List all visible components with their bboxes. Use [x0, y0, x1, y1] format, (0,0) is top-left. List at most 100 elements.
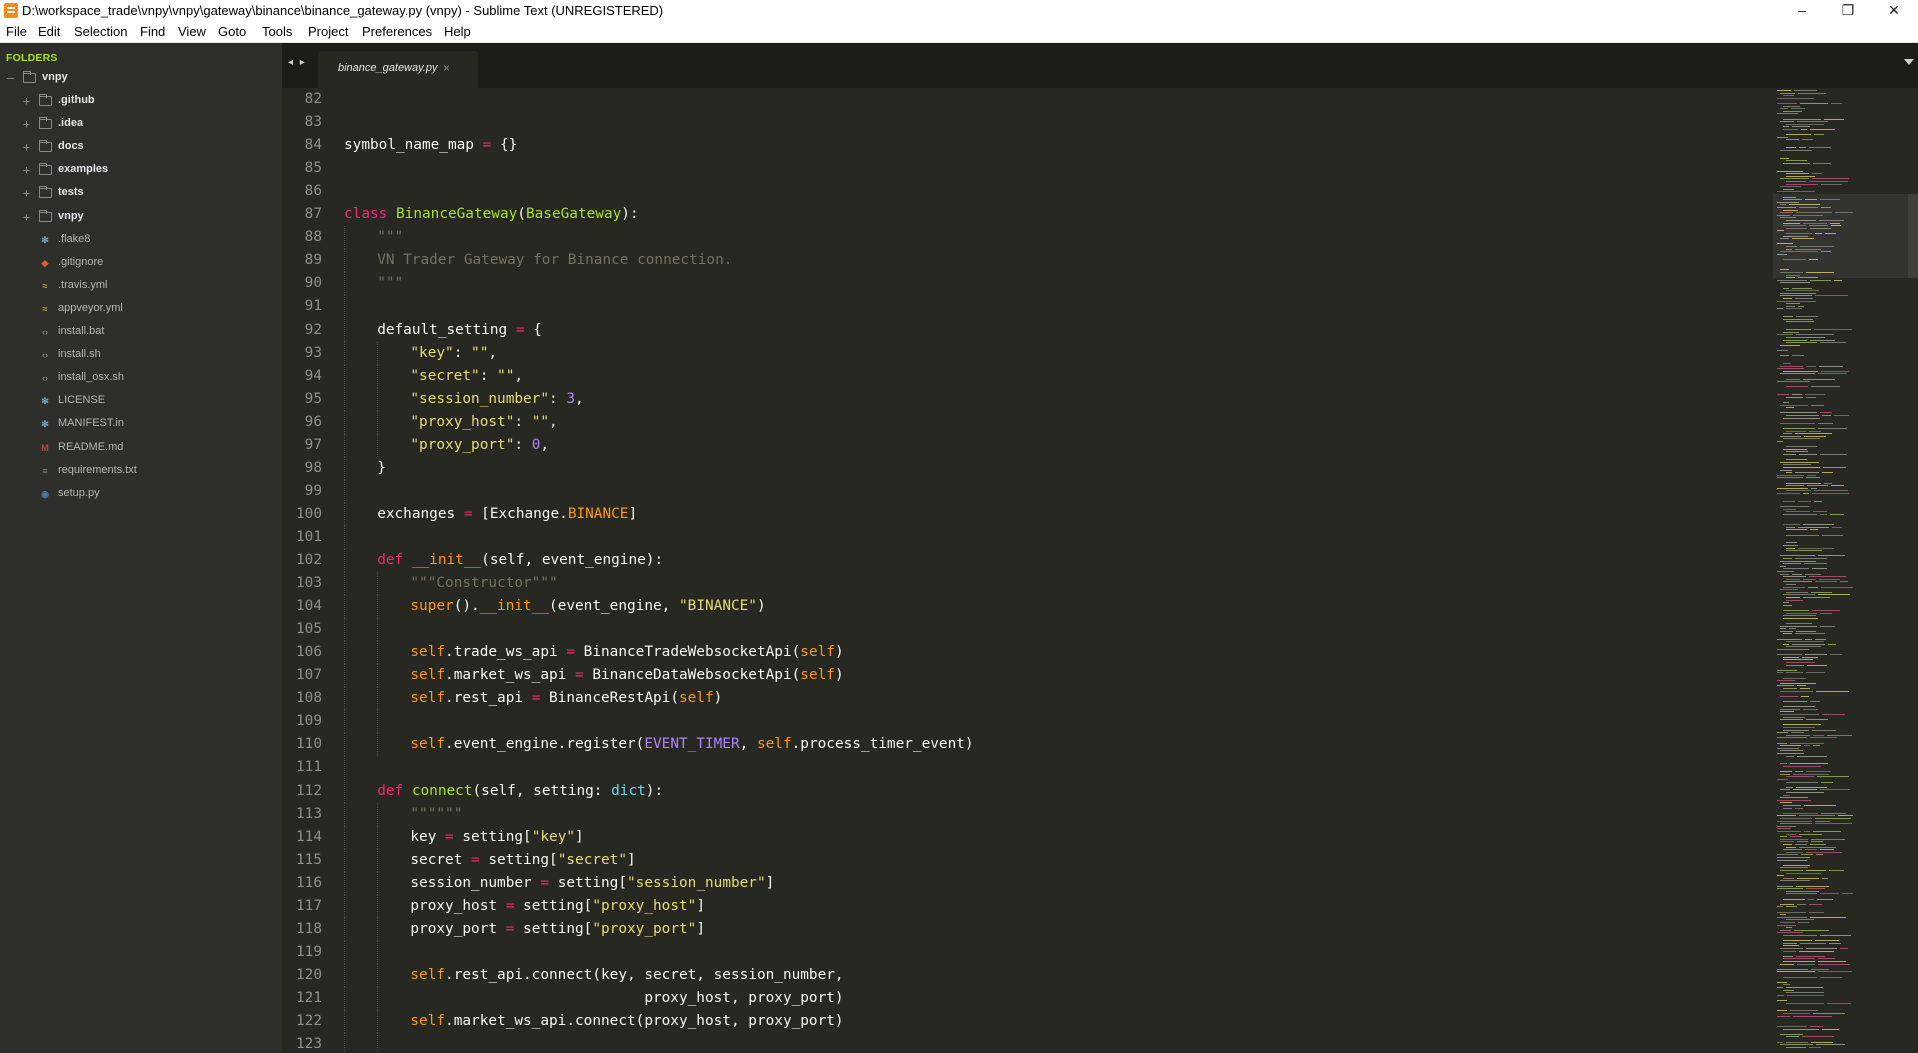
minimap-line — [1786, 482, 1821, 484]
minimap-line — [1777, 747, 1799, 749]
menu-view[interactable]: View — [178, 24, 206, 39]
tab-binance-gateway[interactable]: binance_gateway.py × — [318, 51, 478, 88]
sidebar-folder[interactable]: + vnpy — [0, 206, 282, 229]
minimap-line — [1783, 558, 1792, 559]
minimize-button[interactable]: – — [1779, 0, 1825, 22]
menu-find[interactable]: Find — [140, 24, 165, 39]
minimap-line — [1780, 773, 1790, 775]
text-icon: ≡ — [42, 465, 48, 476]
minimap-line — [1812, 729, 1836, 731]
expand-icon[interactable]: + — [21, 187, 32, 199]
minimap-line — [1777, 968, 1808, 970]
minimap-line — [1795, 844, 1807, 845]
sidebar-folder[interactable]: + examples — [0, 159, 282, 182]
expand-icon[interactable]: + — [21, 211, 32, 223]
minimap-line — [1780, 625, 1817, 627]
sidebar-file[interactable]: ‹› install_osx.sh — [0, 367, 282, 390]
menu-preferences[interactable]: Preferences — [362, 24, 432, 39]
minimap-line — [1780, 695, 1798, 697]
expand-icon[interactable]: + — [21, 118, 32, 130]
indent-guide — [344, 410, 345, 434]
minimap-line — [1777, 334, 1793, 336]
sidebar-file[interactable]: ≡ requirements.txt — [0, 460, 282, 483]
sidebar-file[interactable]: ≈ .travis.yml — [0, 275, 282, 298]
menu-help[interactable]: Help — [444, 24, 471, 39]
sidebar-file[interactable]: ‹› install.sh — [0, 344, 282, 367]
maximize-button[interactable]: ❐ — [1825, 0, 1871, 22]
tab-nav-arrows-icon[interactable]: ◂ ▸ — [288, 57, 307, 68]
minimap-line — [1834, 279, 1842, 281]
tab-dropdown-icon[interactable] — [1904, 59, 1914, 65]
code-token: "proxy_port" — [410, 436, 515, 453]
folder-label: docs — [58, 140, 84, 153]
sidebar-file[interactable]: ✻ LICENSE — [0, 390, 282, 413]
expand-icon[interactable]: + — [21, 164, 32, 176]
minimap[interactable] — [1773, 88, 1918, 1053]
code-editor[interactable]: 82 83 84 symbol_name_map = {} 85 86 87 class Bi… — [282, 88, 1773, 1053]
minimap-line — [1786, 927, 1792, 929]
menu-goto[interactable]: Goto — [218, 24, 246, 39]
collapse-icon[interactable]: – — [5, 72, 16, 84]
sidebar-file[interactable]: ◆ .gitignore — [0, 252, 282, 275]
code-token: "" — [497, 367, 515, 384]
minimap-line — [1777, 113, 1798, 115]
line-number: 109 — [296, 713, 322, 730]
code-token: self — [410, 690, 446, 707]
minimap-line — [1804, 805, 1836, 806]
code-token: """ — [377, 229, 404, 246]
menu-project[interactable]: Project — [308, 24, 348, 39]
sidebar-file[interactable]: ◉ setup.py — [0, 483, 282, 506]
indent-guide — [344, 433, 345, 457]
code-line: 120 self.rest_api.connect(key, secret, se… — [282, 963, 1773, 987]
line-code: proxy_host = setting["proxy_host"] — [410, 898, 705, 914]
sidebar-file[interactable]: ✻ .flake8 — [0, 229, 282, 252]
sidebar-file[interactable]: ≈ appveyor.yml — [0, 298, 282, 321]
minimap-viewport[interactable] — [1773, 194, 1918, 278]
minimap-line — [1814, 490, 1848, 492]
minimap-line — [1786, 407, 1794, 409]
menu-tools[interactable]: Tools — [262, 24, 292, 39]
code-token: self — [800, 667, 835, 684]
minimap-line — [1812, 610, 1840, 611]
minimap-line — [1780, 373, 1815, 375]
code-token: """""" — [410, 805, 463, 822]
menu-selection[interactable]: Selection — [74, 24, 127, 39]
minimap-line — [1798, 526, 1829, 528]
sidebar-folder[interactable]: + .idea — [0, 113, 282, 136]
minimap-line — [1805, 394, 1825, 396]
tab-label: binance_gateway.py — [338, 62, 438, 74]
minimap-line — [1786, 290, 1819, 292]
minimap-line — [1780, 922, 1795, 923]
scrollbar-thumb[interactable] — [1908, 194, 1918, 278]
sidebar-folder[interactable]: + .github — [0, 90, 282, 113]
minimap-line — [1783, 942, 1797, 944]
file-label: install_osx.sh — [58, 371, 125, 384]
expand-icon[interactable]: + — [21, 95, 32, 107]
indent-guide — [344, 894, 345, 918]
minimap-line — [1777, 477, 1803, 479]
close-button[interactable]: ✕ — [1871, 0, 1917, 22]
expand-icon[interactable]: + — [21, 141, 32, 153]
menu-edit[interactable]: Edit — [38, 24, 60, 39]
minimap-line — [1780, 841, 1794, 843]
sidebar-folder[interactable]: + tests — [0, 182, 282, 205]
sidebar-file[interactable]: ‹› install.bat — [0, 321, 282, 344]
minimap-line — [1783, 316, 1793, 318]
minimap-line — [1805, 654, 1827, 656]
sidebar-file[interactable]: ✻ MANIFEST.in — [0, 413, 282, 436]
close-tab-icon[interactable]: × — [443, 61, 450, 75]
line-number: 83 — [304, 114, 322, 131]
minimap-line — [1780, 186, 1801, 188]
code-line: 113 """""" — [282, 802, 1773, 826]
minimap-line — [1783, 727, 1815, 728]
sidebar-file[interactable]: M README.md — [0, 437, 282, 460]
sidebar-folder[interactable]: + docs — [0, 136, 282, 159]
code-token: , — [514, 367, 524, 384]
line-number: 118 — [296, 920, 322, 937]
minimap-line — [1783, 188, 1794, 190]
minimap-line — [1780, 802, 1792, 804]
sidebar-root-folder[interactable]: – vnpy — [0, 67, 282, 90]
minimap-line — [1777, 103, 1797, 104]
indent-guide — [344, 825, 345, 849]
menu-file[interactable]: File — [6, 24, 27, 39]
